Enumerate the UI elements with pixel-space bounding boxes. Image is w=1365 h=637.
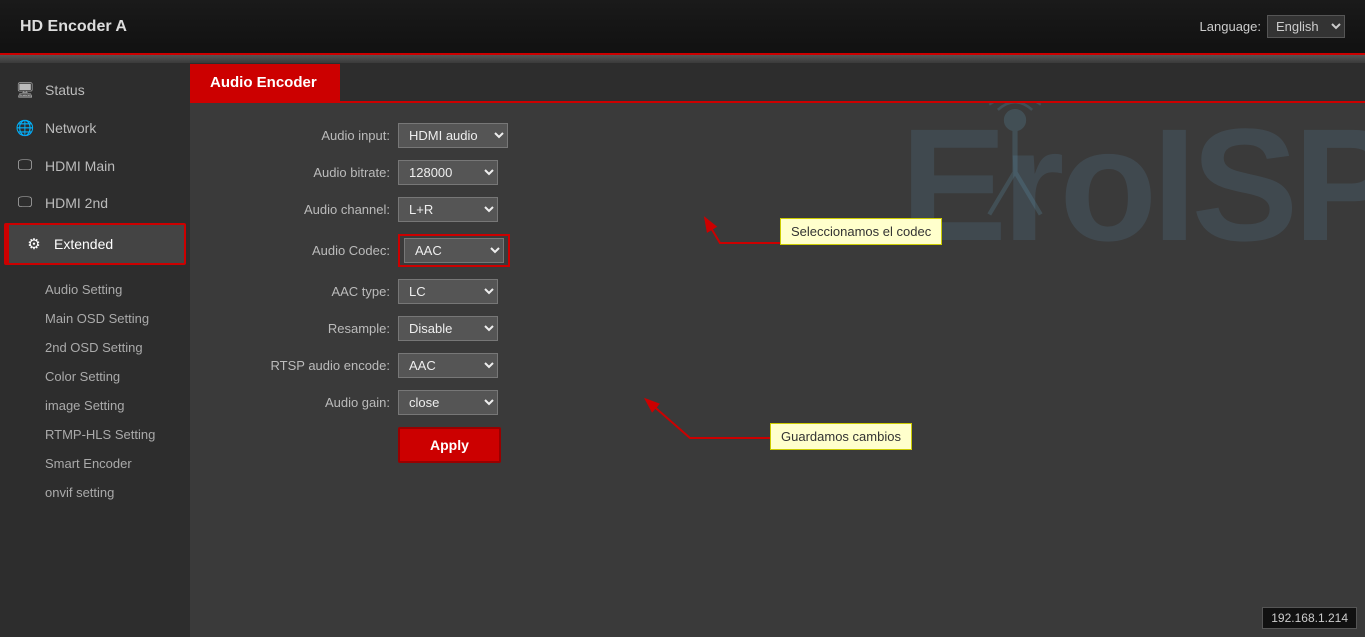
sidebar-sub-menu: Audio Setting Main OSD Setting 2nd OSD S…	[0, 267, 190, 515]
hdmi-main-icon: 🖵	[15, 157, 35, 174]
sidebar-item-hdmi-main[interactable]: 🖵 HDMI Main	[0, 147, 190, 184]
ip-badge: 192.168.1.214	[1262, 607, 1357, 629]
audio-channel-select[interactable]: L+R Left Right	[398, 197, 498, 222]
sidebar-item-hdmi-2nd[interactable]: 🖵 HDMI 2nd	[0, 184, 190, 221]
language-dropdown[interactable]: English Chinese	[1267, 15, 1345, 38]
audio-input-label: Audio input:	[250, 128, 390, 143]
audio-codec-label: Audio Codec:	[250, 243, 390, 258]
sidebar-sub-audio-setting[interactable]: Audio Setting	[30, 275, 190, 304]
network-icon: 🌐	[15, 119, 35, 137]
apply-button[interactable]: Apply	[398, 427, 501, 463]
sidebar-label-hdmi-2nd: HDMI 2nd	[45, 195, 108, 211]
aac-type-row: AAC type: LC HE-AAC	[250, 279, 1365, 304]
tab-bar: Audio Encoder	[190, 63, 1365, 103]
audio-gain-row: Audio gain: close low medium high	[250, 390, 1365, 415]
audio-channel-label: Audio channel:	[250, 202, 390, 217]
resample-row: Resample: Disable Enable	[250, 316, 1365, 341]
audio-encoder-tab[interactable]: Audio Encoder	[190, 64, 340, 101]
audio-bitrate-select[interactable]: 128000 64000 32000	[398, 160, 498, 185]
resample-select[interactable]: Disable Enable	[398, 316, 498, 341]
audio-input-select[interactable]: HDMI audio Analog audio	[398, 123, 508, 148]
hdmi-2nd-icon: 🖵	[15, 194, 35, 211]
audio-codec-select[interactable]: AAC MP3 G711	[404, 238, 504, 263]
sidebar-sub-image-setting[interactable]: image Setting	[30, 391, 190, 420]
content-area: EroISP Audio Encoder Audio input: HDMI a…	[190, 63, 1365, 637]
audio-bitrate-row: Audio bitrate: 128000 64000 32000	[250, 160, 1365, 185]
app-title: HD Encoder A	[20, 18, 127, 36]
sidebar-label-network: Network	[45, 120, 96, 136]
callout-codec: Seleccionamos el codec	[780, 218, 942, 245]
gear-icon: ⚙	[24, 235, 44, 253]
sidebar-sub-main-osd[interactable]: Main OSD Setting	[30, 304, 190, 333]
header: HD Encoder A Language: English Chinese	[0, 0, 1365, 55]
sidebar-sub-smart-encoder[interactable]: Smart Encoder	[30, 449, 190, 478]
rtsp-audio-label: RTSP audio encode:	[250, 358, 390, 373]
top-strip	[0, 55, 1365, 63]
sidebar-item-network[interactable]: 🌐 Network	[0, 109, 190, 147]
sidebar-label-extended: Extended	[54, 236, 113, 252]
rtsp-audio-row: RTSP audio encode: AAC MP3	[250, 353, 1365, 378]
sidebar-sub-2nd-osd[interactable]: 2nd OSD Setting	[30, 333, 190, 362]
sidebar-label-status: Status	[45, 82, 85, 98]
aac-type-select[interactable]: LC HE-AAC	[398, 279, 498, 304]
audio-gain-select[interactable]: close low medium high	[398, 390, 498, 415]
resample-label: Resample:	[250, 321, 390, 336]
language-label: Language:	[1200, 19, 1261, 34]
sidebar-item-status[interactable]: 🖥 Status	[0, 71, 190, 109]
sidebar: 🖥 Status 🌐 Network 🖵 HDMI Main 🖵 HDMI 2n…	[0, 63, 190, 637]
audio-bitrate-label: Audio bitrate:	[250, 165, 390, 180]
codec-highlight-box: AAC MP3 G711	[398, 234, 510, 267]
monitor-icon: 🖥	[15, 81, 35, 99]
sidebar-sub-onvif[interactable]: onvif setting	[30, 478, 190, 507]
callout-apply: Guardamos cambios	[770, 423, 912, 450]
audio-gain-label: Audio gain:	[250, 395, 390, 410]
sidebar-item-extended[interactable]: ⚙ Extended	[6, 225, 184, 263]
aac-type-label: AAC type:	[250, 284, 390, 299]
sidebar-sub-rtmp-hls[interactable]: RTMP-HLS Setting	[30, 420, 190, 449]
sidebar-label-hdmi-main: HDMI Main	[45, 158, 115, 174]
main-layout: 🖥 Status 🌐 Network 🖵 HDMI Main 🖵 HDMI 2n…	[0, 63, 1365, 637]
language-selector[interactable]: Language: English Chinese	[1200, 15, 1345, 38]
audio-input-row: Audio input: HDMI audio Analog audio	[250, 123, 1365, 148]
rtsp-audio-select[interactable]: AAC MP3	[398, 353, 498, 378]
extended-box: ⚙ Extended	[4, 223, 186, 265]
sidebar-sub-color-setting[interactable]: Color Setting	[30, 362, 190, 391]
